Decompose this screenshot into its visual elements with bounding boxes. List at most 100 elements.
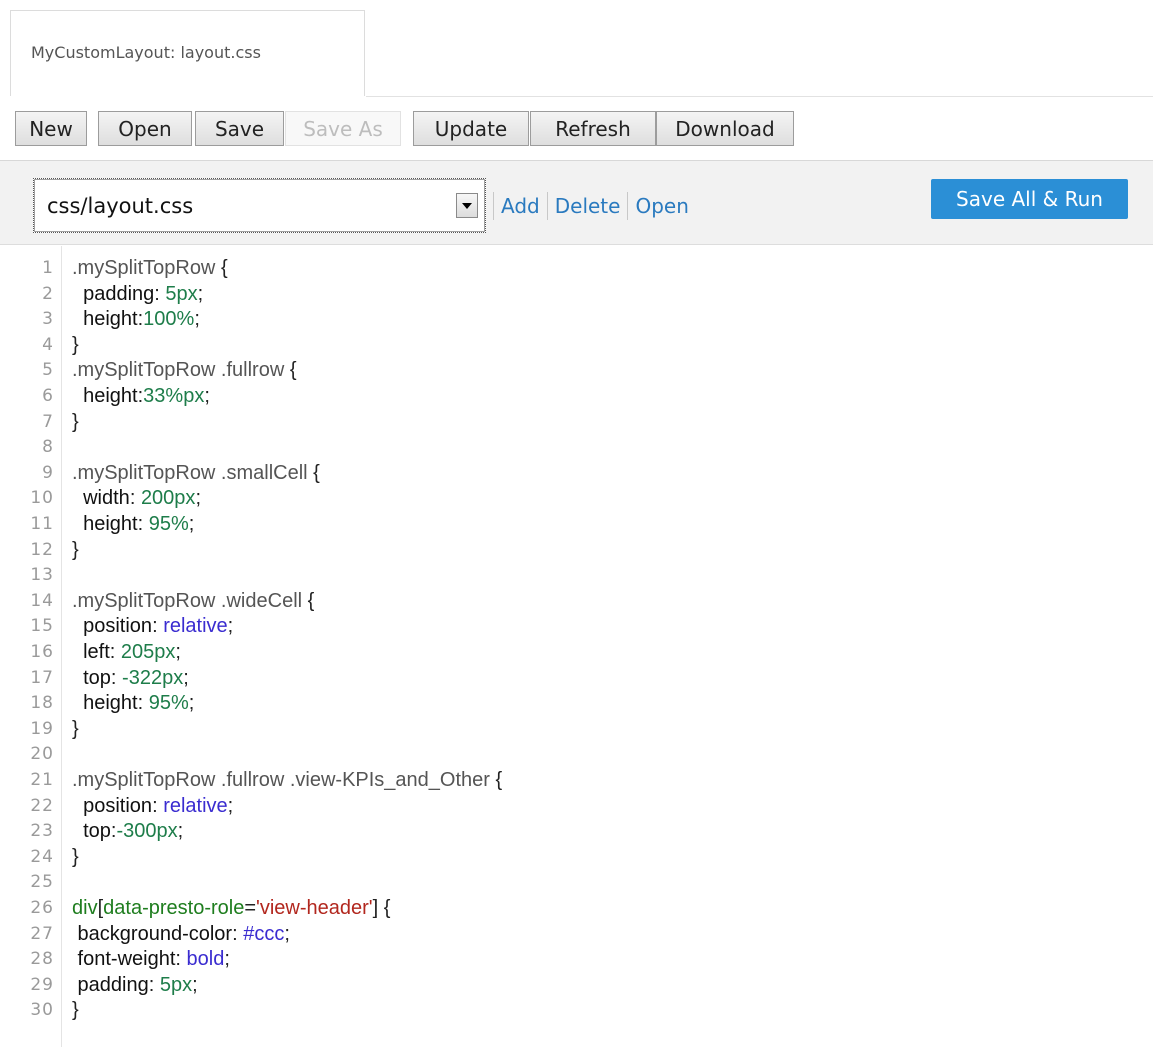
code-line[interactable]: 12} xyxy=(0,540,1153,560)
open-button[interactable]: Open xyxy=(98,111,192,146)
code-line[interactable]: 7} xyxy=(0,412,1153,432)
file-select[interactable]: css/layout.css xyxy=(33,178,486,233)
line-number: 30 xyxy=(30,1000,54,1021)
code-line[interactable]: 17 top: -322px; xyxy=(0,666,1153,689)
code-text: .mySplitTopRow .smallCell { xyxy=(72,461,320,484)
code-line[interactable]: 5 .mySplitTopRow .fullrow { xyxy=(0,359,1153,382)
code-text: } xyxy=(72,333,79,356)
refresh-button[interactable]: Refresh xyxy=(530,111,656,146)
code-token: .mySplitTopRow .smallCell xyxy=(72,461,308,484)
code-token: #ccc xyxy=(243,922,285,945)
code-text: width: 200px; xyxy=(72,487,201,510)
line-number: 14 xyxy=(30,590,54,611)
download-button[interactable]: Download xyxy=(656,111,794,146)
code-line[interactable]: 1 .mySplitTopRow { xyxy=(0,258,1153,278)
code-line[interactable]: 3 height:100%; xyxy=(0,309,1153,330)
code-text: } xyxy=(72,540,79,560)
save-as-button[interactable]: Save As xyxy=(285,111,401,146)
code-token: ; xyxy=(192,973,198,996)
code-text: .mySplitTopRow .fullrow .view-KPIs_and_O… xyxy=(72,769,503,791)
code-line[interactable]: 15 position: relative; xyxy=(0,615,1153,638)
code-line[interactable]: 20 xyxy=(0,745,1153,763)
code-line[interactable]: 21 .mySplitTopRow .fullrow .view-KPIs_and… xyxy=(0,769,1153,791)
code-token: background-color xyxy=(72,922,233,945)
code-token: : xyxy=(154,282,166,305)
line-number: 15 xyxy=(30,616,54,637)
code-token: relative xyxy=(163,615,228,638)
code-line[interactable]: 9 .mySplitTopRow .smallCell { xyxy=(0,461,1153,484)
code-token: position xyxy=(72,794,153,817)
code-token: : xyxy=(152,794,164,817)
code-line[interactable]: 11 height: 95%; xyxy=(0,514,1153,534)
code-token: font-weight xyxy=(72,948,176,971)
line-number: 11 xyxy=(30,514,54,534)
line-number: 3 xyxy=(42,309,54,330)
code-line[interactable]: 25 xyxy=(0,873,1153,891)
code-line[interactable]: 24} xyxy=(0,847,1153,867)
line-number: 26 xyxy=(30,898,54,918)
code-token: 200px xyxy=(140,487,196,510)
code-line[interactable]: 30} xyxy=(0,1000,1153,1021)
chevron-down-icon[interactable] xyxy=(456,193,478,218)
code-text: position: relative; xyxy=(72,615,233,638)
code-line[interactable]: 13 xyxy=(0,566,1153,584)
code-token: -300px xyxy=(116,820,178,843)
line-number: 18 xyxy=(30,693,54,714)
save-button[interactable]: Save xyxy=(195,111,284,146)
code-token: left xyxy=(72,641,110,663)
tab-baseline-divider xyxy=(366,96,1153,97)
code-token: ; xyxy=(227,794,234,817)
line-number: 1 xyxy=(42,258,54,278)
code-line[interactable]: 27 background-color: #ccc; xyxy=(0,922,1153,945)
code-token: = xyxy=(244,897,257,919)
code-line[interactable]: 6 height:33%px; xyxy=(0,386,1153,406)
code-line[interactable]: 18 height: 95%; xyxy=(0,692,1153,715)
line-number: 28 xyxy=(30,949,54,970)
code-line[interactable]: 29 padding: 5px; xyxy=(0,973,1153,996)
update-button[interactable]: Update xyxy=(413,111,529,146)
code-token: { xyxy=(307,461,320,484)
line-number: 25 xyxy=(30,872,54,893)
save-all-run-button[interactable]: Save All & Run xyxy=(931,179,1128,219)
code-text: } xyxy=(72,412,79,432)
code-token: { xyxy=(489,769,503,791)
new-button[interactable]: New xyxy=(15,111,87,146)
code-text: } xyxy=(72,847,79,867)
code-text: height: 95%; xyxy=(72,514,194,534)
line-number: 16 xyxy=(30,642,54,662)
code-token: : xyxy=(110,666,123,689)
add-file-link[interactable]: Add xyxy=(494,194,547,218)
open-file-link[interactable]: Open xyxy=(628,194,695,218)
code-token: } xyxy=(72,333,79,356)
code-text: .mySplitTopRow { xyxy=(72,258,228,278)
code-token: -322px xyxy=(122,666,184,689)
code-token: 5px xyxy=(159,973,193,996)
code-token: : xyxy=(175,948,187,971)
code-token: ; xyxy=(188,692,195,715)
code-line[interactable]: 2 padding: 5px; xyxy=(0,282,1153,305)
code-line[interactable]: 10 width: 200px; xyxy=(0,487,1153,510)
code-token: : xyxy=(148,973,160,996)
code-token: padding xyxy=(72,973,149,996)
code-line[interactable]: 4} xyxy=(0,333,1153,356)
code-token: ; xyxy=(224,948,230,971)
delete-file-link[interactable]: Delete xyxy=(548,194,628,218)
code-text: height:100%; xyxy=(72,309,200,329)
code-text: font-weight: bold; xyxy=(72,948,230,971)
code-line[interactable]: 28 font-weight: bold; xyxy=(0,948,1153,971)
code-token: data-presto-role xyxy=(103,897,245,919)
code-text: top: -322px; xyxy=(72,666,189,689)
code-line[interactable]: 14 .mySplitTopRow .wideCell { xyxy=(0,590,1153,611)
code-line[interactable]: 22 position: relative; xyxy=(0,794,1153,817)
code-line[interactable]: 23 top:-300px; xyxy=(0,820,1153,843)
code-token: ; xyxy=(177,820,184,843)
line-number: 20 xyxy=(30,744,54,765)
code-token: { xyxy=(284,359,297,382)
tab-layout-css[interactable]: MyCustomLayout: layout.css xyxy=(10,10,365,96)
code-line[interactable]: 26 div[data-presto-role='view-header'] { xyxy=(0,897,1153,919)
code-token: top xyxy=(72,820,111,843)
code-line[interactable]: 8 xyxy=(0,438,1153,456)
code-line[interactable]: 16 left: 205px; xyxy=(0,641,1153,663)
code-line[interactable]: 19} xyxy=(0,719,1153,739)
code-token: : xyxy=(129,487,141,510)
